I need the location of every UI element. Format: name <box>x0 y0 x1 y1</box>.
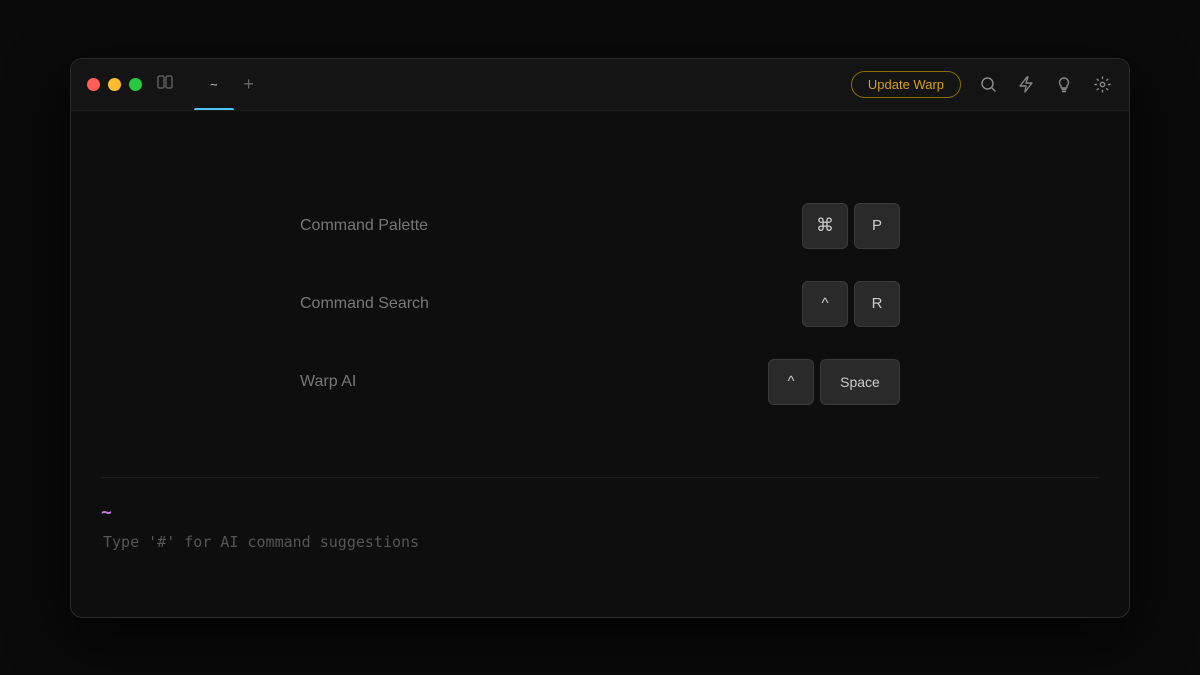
key-cmd: ⌘ <box>802 203 848 249</box>
terminal-hint: Type '#' for AI command suggestions <box>101 533 1099 551</box>
shortcut-keys-command-palette: ⌘ P <box>802 203 900 249</box>
tabs-area: ~ + <box>194 59 851 110</box>
add-tab-icon: + <box>243 74 254 95</box>
maximize-button[interactable] <box>129 78 142 91</box>
update-warp-button[interactable]: Update Warp <box>851 71 961 98</box>
add-tab-button[interactable]: + <box>234 59 264 110</box>
titlebar: ~ + Update Warp <box>71 59 1129 111</box>
shortcut-command-palette: Command Palette ⌘ P <box>300 187 900 265</box>
close-button[interactable] <box>87 78 100 91</box>
minimize-button[interactable] <box>108 78 121 91</box>
titlebar-right: Update Warp <box>851 71 1113 98</box>
main-content: Command Palette ⌘ P Command Search ^ R W… <box>71 111 1129 617</box>
shortcut-keys-warp-ai: ^ Space <box>768 359 900 405</box>
shortcut-label-command-palette: Command Palette <box>300 217 802 235</box>
bulb-button[interactable] <box>1053 73 1075 95</box>
tab-home[interactable]: ~ <box>194 59 234 110</box>
tab-label: ~ <box>210 77 218 92</box>
prompt-line: ~ <box>101 502 1099 523</box>
key-ctrl-1: ^ <box>802 281 848 327</box>
prompt-symbol: ~ <box>101 502 112 523</box>
shortcut-warp-ai: Warp AI ^ Space <box>300 343 900 421</box>
shortcut-label-warp-ai: Warp AI <box>300 373 768 391</box>
search-button[interactable] <box>977 73 999 95</box>
lightning-button[interactable] <box>1015 73 1037 95</box>
split-icon[interactable] <box>156 73 174 96</box>
key-r: R <box>854 281 900 327</box>
traffic-lights <box>87 78 142 91</box>
key-p: P <box>854 203 900 249</box>
key-space: Space <box>820 359 900 405</box>
terminal-window: ~ + Update Warp <box>70 58 1130 618</box>
shortcuts-section: Command Palette ⌘ P Command Search ^ R W… <box>71 151 1129 477</box>
key-ctrl-2: ^ <box>768 359 814 405</box>
settings-button[interactable] <box>1091 73 1113 95</box>
shortcut-label-command-search: Command Search <box>300 295 802 313</box>
shortcut-keys-command-search: ^ R <box>802 281 900 327</box>
shortcut-command-search: Command Search ^ R <box>300 265 900 343</box>
terminal-section: ~ Type '#' for AI command suggestions <box>101 477 1099 587</box>
